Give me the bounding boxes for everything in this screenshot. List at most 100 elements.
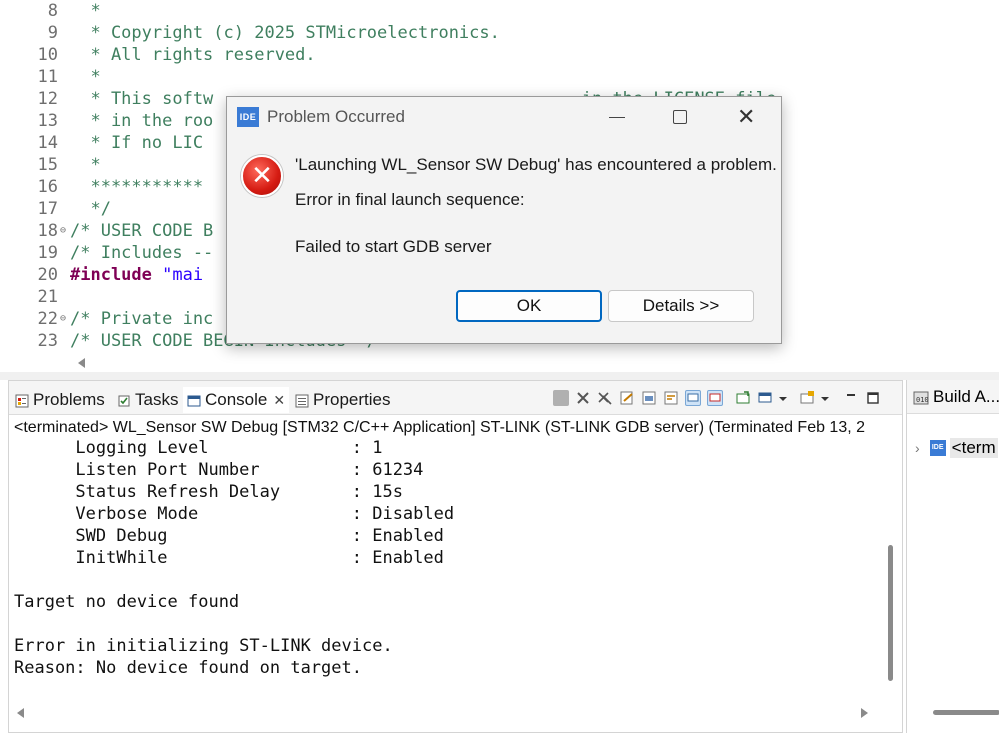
line-number: 23 xyxy=(24,330,58,352)
code-string: "mai xyxy=(152,265,203,285)
tab-tasks[interactable]: Tasks xyxy=(117,387,178,413)
code-text: * xyxy=(70,66,101,88)
editor-horizontal-scrollbar[interactable] xyxy=(14,354,999,372)
code-text: * xyxy=(70,154,101,176)
tasks-icon xyxy=(117,393,131,407)
code-text: */ xyxy=(70,198,111,220)
console-line: Reason: No device found on target. xyxy=(14,657,362,679)
list-item[interactable]: › IDE <term xyxy=(915,436,998,460)
dialog-title: Problem Occurred xyxy=(267,107,405,127)
tab-console[interactable]: Console ✕ xyxy=(183,387,289,413)
console-panel: Problems Tasks Console ✕ Properties xyxy=(8,380,903,733)
line-number: 13 xyxy=(24,110,58,132)
remove-launch-icon[interactable] xyxy=(575,390,591,406)
open-console-dropdown-icon[interactable] xyxy=(821,390,829,406)
display-console-dropdown-icon[interactable] xyxy=(779,390,787,406)
open-console-icon[interactable] xyxy=(799,390,815,406)
tab-build-analyzer-label: Build A... xyxy=(933,387,999,407)
dialog-detail-line-2: Failed to start GDB server xyxy=(295,237,492,257)
build-analyzer-panel: 010 Build A... › IDE <term xyxy=(906,380,999,733)
console-output[interactable]: Logging Level : 1 Listen Port Number : 6… xyxy=(14,437,884,699)
tab-problems[interactable]: Problems xyxy=(15,387,105,413)
launch-status-line: <terminated> WL_Sensor SW Debug [STM32 C… xyxy=(14,417,902,439)
tab-tasks-label: Tasks xyxy=(135,390,178,410)
line-number: 15 xyxy=(24,154,58,176)
svg-text:010: 010 xyxy=(916,396,929,404)
view-sash[interactable] xyxy=(0,372,999,380)
code-line: 10 * All rights reserved. xyxy=(0,44,999,66)
line-number: 12 xyxy=(24,88,58,110)
dialog-headline: 'Launching WL_Sensor SW Debug' has encou… xyxy=(295,155,777,175)
minimize-button[interactable] xyxy=(593,103,639,131)
code-line: 9 * Copyright (c) 2025 STMicroelectronic… xyxy=(0,22,999,44)
minimize-icon xyxy=(609,117,625,118)
line-number: 16 xyxy=(24,176,58,198)
panel-tab-bar: Problems Tasks Console ✕ Properties xyxy=(9,381,902,415)
dialog-detail-line-1: Error in final launch sequence: xyxy=(295,190,525,210)
tab-problems-label: Problems xyxy=(33,390,105,410)
scroll-right-icon[interactable] xyxy=(861,708,868,718)
console-vertical-scrollbar[interactable] xyxy=(885,437,897,699)
remove-all-icon[interactable] xyxy=(597,390,613,406)
code-line: 8 * xyxy=(0,0,999,22)
maximize-icon xyxy=(673,110,687,124)
details-button[interactable]: Details >> xyxy=(608,290,754,322)
scrollbar-thumb[interactable] xyxy=(933,710,999,715)
code-text: * Copyright (c) 2025 STMicroelectronics. xyxy=(70,22,500,44)
line-number: 22 xyxy=(24,308,58,330)
console-line: Error in initializing ST-LINK device. xyxy=(14,635,393,657)
chevron-right-icon[interactable]: › xyxy=(915,440,920,456)
console-line: Status Refresh Delay : 15s xyxy=(14,481,403,503)
tab-properties[interactable]: Properties xyxy=(295,387,390,413)
code-text: * in the roo xyxy=(70,110,213,132)
ide-logo-icon: IDE xyxy=(237,107,259,127)
console-line: Verbose Mode : Disabled xyxy=(14,503,454,525)
word-wrap-icon[interactable] xyxy=(663,390,679,406)
line-number: 14 xyxy=(24,132,58,154)
show-on-error-icon[interactable] xyxy=(707,390,723,406)
maximize-button[interactable] xyxy=(657,103,703,131)
close-button[interactable]: ✕ xyxy=(725,103,771,131)
properties-icon xyxy=(295,393,309,407)
code-text: * All rights reserved. xyxy=(70,44,316,66)
close-icon: ✕ xyxy=(737,103,755,131)
scroll-left-icon[interactable] xyxy=(17,708,24,718)
console-line: Logging Level : 1 xyxy=(14,437,382,459)
fold-toggle-icon[interactable]: ⊖ xyxy=(58,220,68,242)
scrollbar-thumb[interactable] xyxy=(888,545,893,681)
ok-button[interactable]: OK xyxy=(456,290,602,322)
code-line: 11 * xyxy=(0,66,999,88)
show-on-output-icon[interactable] xyxy=(685,390,701,406)
clear-console-icon[interactable] xyxy=(619,390,635,406)
code-text: /* USER CODE B xyxy=(70,220,213,242)
error-glyph: ✕ xyxy=(243,157,281,195)
pin-console-icon[interactable] xyxy=(735,390,751,406)
line-number: 21 xyxy=(24,286,58,308)
tab-console-label: Console xyxy=(205,390,267,410)
scroll-left-icon[interactable] xyxy=(78,358,85,368)
close-icon[interactable]: ✕ xyxy=(273,392,285,409)
maximize-view-icon[interactable] xyxy=(865,390,881,406)
problems-icon xyxy=(15,393,29,407)
error-icon: ✕ xyxy=(241,155,283,197)
line-number: 19 xyxy=(24,242,58,264)
terminate-icon[interactable] xyxy=(553,390,569,406)
console-line: Target no device found xyxy=(14,591,239,613)
code-text: #include "mai xyxy=(70,264,203,286)
problem-dialog: IDE Problem Occurred ✕ ✕ 'Launching WL_S… xyxy=(226,96,782,344)
line-number: 8 xyxy=(24,0,58,22)
console-line: InitWhile : Enabled xyxy=(14,547,444,569)
ide-icon: IDE xyxy=(930,440,946,456)
line-number: 18 xyxy=(24,220,58,242)
build-analyzer-icon: 010 xyxy=(913,390,929,404)
fold-toggle-icon[interactable]: ⊖ xyxy=(58,308,68,330)
tab-build-analyzer[interactable]: 010 Build A... xyxy=(907,380,999,414)
display-console-icon[interactable] xyxy=(757,390,773,406)
code-keyword: #include xyxy=(70,265,152,285)
console-horizontal-scrollbar[interactable] xyxy=(9,703,889,721)
line-number: 17 xyxy=(24,198,58,220)
minimize-view-icon[interactable] xyxy=(843,390,859,406)
dialog-title-bar[interactable]: IDE Problem Occurred ✕ xyxy=(227,97,781,137)
line-number: 10 xyxy=(24,44,58,66)
scroll-lock-icon[interactable] xyxy=(641,390,657,406)
